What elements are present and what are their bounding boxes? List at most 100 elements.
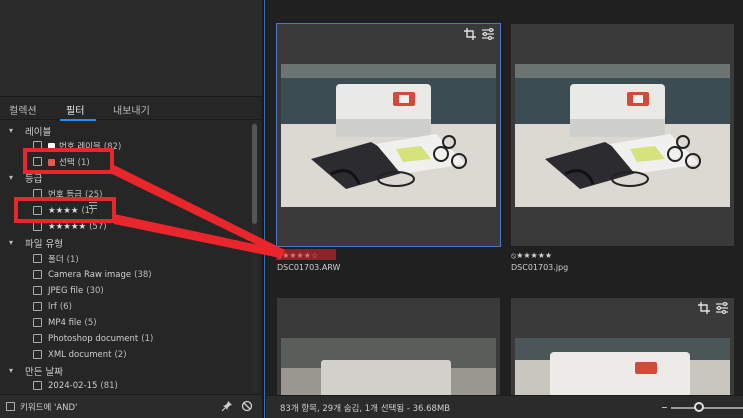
filter-item[interactable]: 번호 레이블 (82) [0, 138, 252, 153]
keyword-and-label: 키워드에 'AND' [20, 403, 78, 413]
thumbnail-cell[interactable] [511, 298, 734, 395]
filter-item-text: 2024-02-15 [48, 380, 98, 391]
status-text: 83개 항목, 29개 숨김, 1개 선택됨 - 36.68MB [280, 404, 451, 414]
filter-item[interactable]: 폴더 (1) [0, 251, 252, 266]
filter-item[interactable]: 번호 등급 (25) [0, 186, 252, 201]
filter-item[interactable]: XML document (2) [0, 347, 252, 362]
filter-item[interactable]: Camera Raw image (38) [0, 267, 252, 282]
clear-filter-icon[interactable] [241, 400, 253, 412]
chevron-down-icon[interactable]: ▾ [9, 173, 13, 182]
checkbox[interactable] [33, 350, 42, 359]
filter-item-count: (1) [66, 254, 79, 265]
section-created-date[interactable]: ▾ 만든 날짜 [0, 363, 252, 378]
edit-badges [464, 27, 494, 41]
star-rating[interactable]: ⦸★★★★★ [511, 251, 552, 261]
filter-item-label: 2024-02-15 (81) [48, 381, 118, 391]
filter-item-count: (38) [134, 269, 152, 280]
checkbox[interactable] [33, 302, 42, 311]
checkbox[interactable] [33, 286, 42, 295]
filter-item-count: (82) [103, 141, 122, 152]
filter-item[interactable]: 2024-02-15 (81) [0, 378, 252, 392]
filter-item-label: 번호 등급 (25) [48, 188, 102, 200]
photo-printer-thumbnail [281, 64, 496, 207]
zoom-slider-track[interactable] [671, 407, 743, 409]
label-swatch-icon [48, 142, 55, 150]
label-swatch-icon [48, 158, 55, 166]
section-title: 등급 [25, 173, 43, 185]
filter-item[interactable]: Photoshop document (1) [0, 331, 252, 346]
checkbox[interactable] [33, 141, 42, 150]
section-file-type[interactable]: ▾ 파일 유형 [0, 235, 252, 250]
chevron-down-icon[interactable]: ▾ [9, 126, 13, 135]
star-rating[interactable]: ⦸★★★★☆ [277, 251, 318, 261]
star-rating: ★★★★★ [48, 221, 87, 232]
tab-collections[interactable]: 컬렉션 [9, 102, 37, 117]
filter-item-count: (57) [89, 221, 107, 232]
filter-item-label: 폴더 (1) [48, 253, 79, 265]
filter-item-label: MP4 file (5) [48, 318, 97, 328]
filter-footer: 키워드에 'AND' [0, 394, 262, 418]
filter-panel: 컬렉션 필터 내보내기 ▾ 레이블 번호 레이블 (82) 선택 (1) ▾ 등급 … [0, 0, 262, 418]
pin-icon[interactable] [221, 400, 233, 412]
adjustments-icon [716, 301, 728, 315]
section-title: 만든 날짜 [25, 366, 63, 378]
section-title: 레이블 [25, 126, 52, 138]
star-rating: ★★★★ [48, 205, 79, 216]
checkbox[interactable] [33, 206, 42, 215]
filter-item[interactable]: MP4 file (5) [0, 315, 252, 330]
checkbox[interactable] [33, 222, 42, 231]
filter-item-text: 선택 [59, 157, 75, 168]
filter-item-text: JPEG file [48, 285, 84, 296]
checkbox[interactable] [33, 318, 42, 327]
filter-item[interactable]: JPEG file (30) [0, 283, 252, 298]
checkbox[interactable] [33, 270, 42, 279]
filter-item-label: XML document (2) [48, 350, 127, 360]
keyword-and-checkbox[interactable] [6, 402, 15, 411]
edit-badges [698, 301, 728, 315]
filter-item-label: ★★★★★ (57) [48, 222, 107, 232]
filter-item-text: lrf [48, 301, 57, 312]
filter-item-text: Camera Raw image [48, 269, 132, 280]
zoom-out-icon[interactable] [662, 407, 667, 408]
filter-item-label: 번호 레이블 (82) [48, 140, 121, 152]
chevron-down-icon[interactable]: ▾ [9, 366, 13, 375]
adjustments-icon [482, 27, 494, 41]
checkbox[interactable] [33, 334, 42, 343]
filter-item-label: lrf (6) [48, 302, 72, 312]
chevron-down-icon[interactable]: ▾ [9, 238, 13, 247]
filter-item[interactable]: ★★★★ (1) [0, 203, 252, 218]
thumbnail-cell[interactable] [511, 24, 734, 246]
zoom-slider-thumb[interactable] [694, 402, 704, 412]
filter-tree: ▾ 레이블 번호 레이블 (82) 선택 (1) ▾ 등급 번호 등급 (25) ★★… [0, 122, 252, 392]
checkbox[interactable] [33, 189, 42, 198]
filter-item-text: MP4 file [48, 317, 82, 328]
crop-icon [464, 28, 476, 40]
panel-divider-line [264, 0, 265, 418]
checkbox[interactable] [33, 157, 42, 166]
filter-item-count: (1) [81, 205, 94, 216]
tab-export[interactable]: 내보내기 [113, 102, 150, 117]
filter-item-text: Photoshop document [48, 333, 139, 344]
filter-item-text: 번호 등급 [48, 189, 82, 200]
section-rating[interactable]: ▾ 등급 [0, 170, 252, 185]
thumbnail-cell[interactable] [277, 298, 500, 395]
checkbox[interactable] [33, 381, 42, 390]
thumbnail-cell[interactable] [276, 23, 501, 247]
photo-thumbnail [515, 338, 730, 395]
filter-item-label: Camera Raw image (38) [48, 270, 152, 280]
panel-tabs: 컬렉션 필터 내보내기 [0, 98, 262, 209]
filter-item[interactable]: ★★★★★ (57) [0, 219, 252, 234]
scrollbar-thumb[interactable] [252, 124, 257, 224]
content-grid: ⦸★★★★☆ DSC01703.ARW ⦸★★★★★ DSC01703.jpg [266, 0, 743, 395]
section-label[interactable]: ▾ 레이블 [0, 123, 252, 138]
filter-item-text: XML document [48, 349, 112, 360]
filter-item-count: (6) [59, 301, 72, 312]
filter-item-count: (1) [141, 333, 154, 344]
tab-filter[interactable]: 필터 [66, 102, 84, 117]
filter-item-text: 폴더 [48, 254, 64, 265]
filename: DSC01703.ARW [277, 263, 341, 272]
checkbox[interactable] [33, 254, 42, 263]
filter-item[interactable]: lrf (6) [0, 299, 252, 314]
filter-item[interactable]: 선택 (1) [0, 154, 252, 169]
preview-area [0, 0, 262, 97]
